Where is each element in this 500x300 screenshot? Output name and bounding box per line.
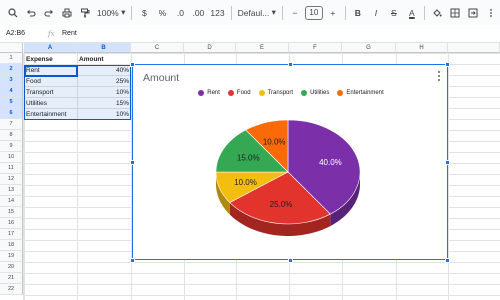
expense-cell[interactable]: Food [24, 76, 77, 87]
pie-plot: 40.0%25.0%10.0%15.0%10.0% [215, 119, 361, 236]
fx-icon: fx [48, 29, 55, 38]
pie-chart[interactable]: Amount Rent Food Transport Utilities Enterta… [132, 64, 448, 260]
redo-icon[interactable] [41, 3, 57, 23]
amount-cell[interactable]: 25% [77, 76, 131, 87]
row-header[interactable]: 19 [0, 251, 23, 262]
font-size-increase-button[interactable]: + [325, 3, 341, 23]
chart-resize-handle[interactable] [130, 258, 135, 263]
row-header[interactable]: 1 [0, 53, 23, 64]
pie-data-label: 15.0% [237, 153, 260, 162]
name-box[interactable]: A2:B6 [0, 30, 48, 37]
zoom-select[interactable]: 100% ▾ [95, 3, 127, 23]
currency-format-button[interactable]: $ [136, 3, 152, 23]
amount-cell[interactable]: 40% [77, 65, 131, 76]
amount-cell[interactable]: 10% [77, 109, 131, 120]
row-header[interactable]: 18 [0, 240, 23, 251]
font-value: Defaul... [237, 7, 270, 18]
undo-icon[interactable] [23, 3, 39, 23]
increase-decimal-button[interactable]: .00 [190, 3, 206, 23]
percent-format-button[interactable]: % [154, 3, 170, 23]
bold-button[interactable]: B [350, 3, 366, 23]
row-header[interactable]: 11 [0, 163, 23, 174]
chart-resize-handle[interactable] [288, 258, 293, 263]
chart-resize-handle[interactable] [130, 62, 135, 67]
expense-cell[interactable]: Rent [24, 65, 77, 76]
column-header-d[interactable]: D [184, 43, 236, 53]
font-size-input[interactable]: 10 [304, 3, 323, 23]
expense-cell[interactable]: Entertainment [24, 109, 77, 120]
pie-data-label: 25.0% [270, 200, 293, 209]
zoom-value: 100% [97, 7, 119, 18]
select-all-corner[interactable] [0, 43, 23, 53]
chart-resize-handle[interactable] [445, 62, 450, 67]
amount-cell[interactable]: 10% [77, 87, 131, 98]
chart-resize-handle[interactable] [130, 160, 135, 165]
italic-button[interactable]: I [368, 3, 384, 23]
row-header[interactable]: 2 [0, 64, 23, 75]
expense-cell[interactable]: Transport [24, 87, 77, 98]
pie-data-label: 10.0% [234, 178, 257, 187]
column-header-a[interactable]: A [24, 43, 77, 53]
decrease-decimal-button[interactable]: .0 [172, 3, 188, 23]
pie-data-label: 40.0% [319, 158, 342, 167]
row-header[interactable]: 22 [0, 284, 23, 295]
toolbar-divider [131, 5, 133, 20]
toolbar-divider [281, 5, 283, 20]
column-header-overflow[interactable] [448, 43, 500, 53]
column-header-e[interactable]: E [236, 43, 289, 53]
paint-format-icon[interactable] [77, 3, 93, 23]
row-header[interactable]: 6 [0, 108, 23, 119]
column-header-h[interactable]: H [396, 43, 448, 53]
pie-data-label: 10.0% [263, 137, 286, 146]
row-header[interactable]: 3 [0, 75, 23, 86]
row-header[interactable]: 15 [0, 207, 23, 218]
more-options-icon[interactable] [483, 3, 499, 23]
row-header[interactable]: 20 [0, 262, 23, 273]
column-header-g[interactable]: G [342, 43, 396, 53]
fill-color-icon[interactable] [429, 3, 445, 23]
row-header[interactable]: 17 [0, 229, 23, 240]
merge-cells-icon[interactable] [465, 3, 481, 23]
formula-input[interactable]: Rent [62, 30, 77, 37]
row-header[interactable]: 10 [0, 152, 23, 163]
toolbar-divider [344, 5, 346, 20]
search-menus-icon[interactable] [5, 3, 21, 23]
borders-icon[interactable] [447, 3, 463, 23]
row-header[interactable]: 12 [0, 174, 23, 185]
expense-cell[interactable]: Utilities [24, 98, 77, 109]
row-header[interactable]: 21 [0, 273, 23, 284]
number-format-button[interactable]: 123 [208, 3, 226, 23]
row-header[interactable]: 16 [0, 218, 23, 229]
chart-resize-handle[interactable] [445, 258, 450, 263]
row-header[interactable]: 5 [0, 97, 23, 108]
chart-resize-handle[interactable] [445, 160, 450, 165]
row-header[interactable]: 13 [0, 185, 23, 196]
amount-cell[interactable]: 15% [77, 98, 131, 109]
row-header[interactable]: 8 [0, 130, 23, 141]
column-header-c[interactable]: C [131, 43, 184, 53]
toolbar: 100% ▾ $ % .0 .00 123 Defaul... ▾ − 10 +… [0, 0, 500, 25]
font-select[interactable]: Defaul... ▾ [236, 3, 278, 23]
toolbar-divider [230, 5, 232, 20]
chart-resize-handle[interactable] [288, 62, 293, 67]
row-header[interactable]: 14 [0, 196, 23, 207]
column-header-b[interactable]: B [77, 43, 131, 53]
formula-bar: A2:B6 fx Rent [0, 25, 500, 43]
print-icon[interactable] [59, 3, 75, 23]
column-header-f[interactable]: F [289, 43, 342, 53]
text-color-button[interactable]: A [404, 3, 420, 23]
font-size-value: 10 [304, 5, 323, 20]
font-size-decrease-button[interactable]: − [287, 3, 303, 23]
header-cell-expense[interactable]: Expense [24, 54, 77, 65]
toolbar-divider [423, 5, 425, 20]
row-header[interactable]: 4 [0, 86, 23, 97]
strikethrough-button[interactable]: S [386, 3, 402, 23]
row-header[interactable]: 7 [0, 119, 23, 130]
row-header[interactable]: 9 [0, 141, 23, 152]
header-cell-amount[interactable]: Amount [77, 54, 131, 65]
